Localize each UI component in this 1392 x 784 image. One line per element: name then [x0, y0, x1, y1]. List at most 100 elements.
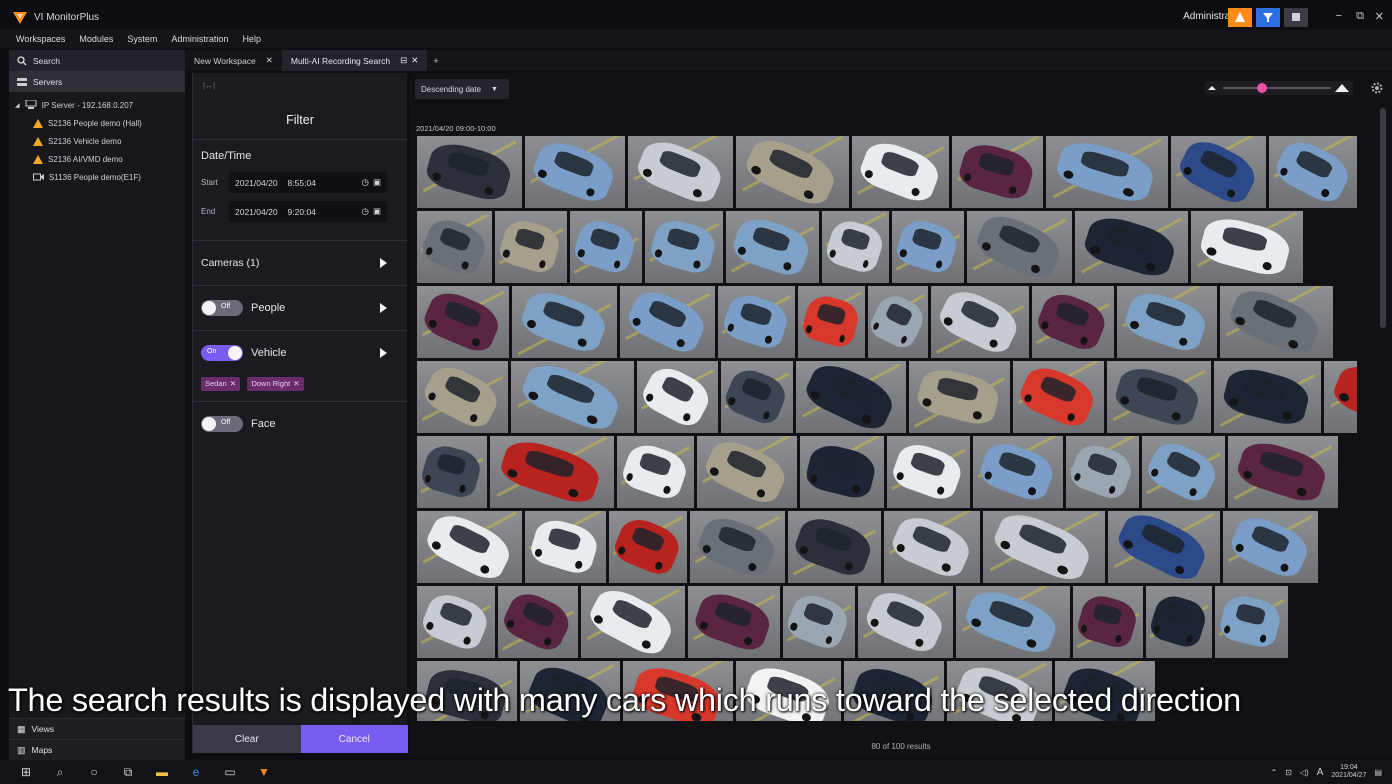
- search-nav[interactable]: Search: [9, 50, 185, 71]
- collapse-panel-icon[interactable]: |↔|: [203, 81, 215, 90]
- expand-arrow-icon[interactable]: [380, 258, 387, 268]
- result-thumbnail[interactable]: [697, 436, 797, 508]
- network-icon[interactable]: ⊡: [1285, 768, 1292, 777]
- result-thumbnail[interactable]: [1215, 586, 1288, 658]
- result-thumbnail[interactable]: [798, 286, 865, 358]
- result-thumbnail[interactable]: [1117, 286, 1217, 358]
- expand-icon[interactable]: ◢: [15, 102, 20, 109]
- result-thumbnail[interactable]: [1191, 211, 1303, 283]
- server-node[interactable]: ◢ IP Server - 192.168.0.207: [9, 96, 185, 114]
- result-thumbnail[interactable]: [525, 136, 625, 208]
- result-thumbnail[interactable]: [498, 586, 578, 658]
- result-thumbnail[interactable]: [931, 286, 1029, 358]
- result-thumbnail[interactable]: [796, 361, 906, 433]
- result-thumbnail[interactable]: [858, 586, 953, 658]
- language-indicator[interactable]: A: [1317, 767, 1324, 778]
- result-thumbnail[interactable]: [952, 136, 1043, 208]
- add-tab-icon[interactable]: +: [427, 56, 444, 66]
- result-thumbnail[interactable]: [495, 211, 567, 283]
- windows-start-icon[interactable]: ⊞: [18, 764, 34, 780]
- cameras-section[interactable]: Cameras (1): [193, 240, 407, 285]
- chip-down-right[interactable]: Down Right ✕: [247, 376, 304, 391]
- cancel-button[interactable]: Cancel: [300, 725, 408, 753]
- sort-dropdown[interactable]: Descending date ▼: [415, 79, 509, 99]
- result-thumbnail[interactable]: [620, 286, 715, 358]
- result-thumbnail[interactable]: [1142, 436, 1225, 508]
- result-thumbnail[interactable]: [1013, 361, 1104, 433]
- tab-close-icon[interactable]: ✕: [266, 55, 273, 66]
- app-taskbar-icon[interactable]: ▼: [256, 764, 272, 780]
- result-thumbnail[interactable]: [1075, 211, 1188, 283]
- result-thumbnail[interactable]: [417, 211, 492, 283]
- result-thumbnail[interactable]: [1269, 136, 1357, 208]
- start-datetime-field[interactable]: 2021/04/20 8:55:04 ◷ ▣: [229, 172, 387, 193]
- scrollbar[interactable]: [1380, 108, 1386, 328]
- result-thumbnail[interactable]: [1228, 436, 1338, 508]
- clear-button[interactable]: Clear: [193, 725, 301, 753]
- cortana-icon[interactable]: ○: [86, 764, 102, 780]
- result-thumbnail[interactable]: [417, 136, 522, 208]
- calendar-icon[interactable]: ▣: [373, 177, 381, 188]
- clock-icon[interactable]: ◷: [362, 206, 369, 217]
- result-thumbnail[interactable]: [973, 436, 1063, 508]
- result-thumbnail[interactable]: [1108, 511, 1220, 583]
- result-thumbnail[interactable]: [628, 136, 733, 208]
- calendar-icon[interactable]: ▣: [373, 206, 381, 217]
- file-explorer-icon[interactable]: ▬: [154, 764, 170, 780]
- servers-nav[interactable]: Servers: [9, 71, 185, 92]
- filter-button[interactable]: [1256, 8, 1280, 27]
- menu-workspaces[interactable]: Workspaces: [16, 34, 65, 44]
- result-thumbnail[interactable]: [1220, 286, 1333, 358]
- result-thumbnail[interactable]: [490, 436, 614, 508]
- task-view-icon[interactable]: ⧉: [120, 764, 136, 780]
- expand-arrow-icon[interactable]: [380, 348, 387, 358]
- result-thumbnail[interactable]: [718, 286, 795, 358]
- result-thumbnail[interactable]: [887, 436, 970, 508]
- result-thumbnail[interactable]: [617, 436, 694, 508]
- result-thumbnail[interactable]: [512, 286, 617, 358]
- menu-system[interactable]: System: [127, 34, 157, 44]
- clock[interactable]: 19:04 2021/04/27: [1331, 764, 1366, 780]
- expand-arrow-icon[interactable]: [380, 303, 387, 313]
- end-datetime-field[interactable]: 2021/04/20 9:20:04 ◷ ▣: [229, 201, 387, 222]
- terminal-icon[interactable]: ▭: [222, 764, 238, 780]
- result-thumbnail[interactable]: [736, 136, 849, 208]
- result-thumbnail[interactable]: [688, 586, 780, 658]
- tab-close-icon[interactable]: ✕: [411, 55, 418, 66]
- camera-item[interactable]: S2136 AI/VMD demo: [9, 150, 185, 168]
- result-thumbnail[interactable]: [1107, 361, 1211, 433]
- result-thumbnail[interactable]: [637, 361, 718, 433]
- result-thumbnail[interactable]: [690, 511, 785, 583]
- camera-item[interactable]: S2136 Vehicle demo: [9, 132, 185, 150]
- result-thumbnail[interactable]: [868, 286, 928, 358]
- tab-new-workspace[interactable]: New Workspace ✕: [185, 50, 282, 71]
- face-toggle[interactable]: Off: [201, 416, 243, 432]
- result-thumbnail[interactable]: [609, 511, 687, 583]
- result-thumbnail[interactable]: [1046, 136, 1168, 208]
- people-toggle[interactable]: Off: [201, 300, 243, 316]
- result-thumbnail[interactable]: [909, 361, 1010, 433]
- result-thumbnail[interactable]: [852, 136, 949, 208]
- result-thumbnail[interactable]: [788, 511, 881, 583]
- result-thumbnail[interactable]: [892, 211, 964, 283]
- result-thumbnail[interactable]: [726, 211, 819, 283]
- camera-item[interactable]: S1136 People demo(E1F): [9, 168, 185, 186]
- volume-icon[interactable]: ◁): [1300, 768, 1309, 777]
- notification-icon[interactable]: ▤: [1374, 768, 1382, 777]
- thumbnail-size-slider[interactable]: [1205, 81, 1353, 95]
- edge-icon[interactable]: e: [188, 764, 204, 780]
- views-nav[interactable]: ▦ Views: [9, 718, 185, 739]
- result-thumbnail[interactable]: [884, 511, 980, 583]
- result-thumbnail[interactable]: [581, 586, 685, 658]
- result-thumbnail[interactable]: [967, 211, 1072, 283]
- result-thumbnail[interactable]: [721, 361, 793, 433]
- slider-handle[interactable]: [1257, 83, 1267, 93]
- result-thumbnail[interactable]: [511, 361, 634, 433]
- chip-sedan[interactable]: Sedan ✕: [201, 376, 240, 391]
- result-thumbnail[interactable]: [1032, 286, 1114, 358]
- tab-popout-icon[interactable]: ⊟: [400, 55, 407, 66]
- result-thumbnail[interactable]: [417, 436, 487, 508]
- result-thumbnail[interactable]: [1146, 586, 1212, 658]
- close-icon[interactable]: ✕: [1375, 10, 1384, 23]
- alert-button[interactable]: [1228, 8, 1252, 27]
